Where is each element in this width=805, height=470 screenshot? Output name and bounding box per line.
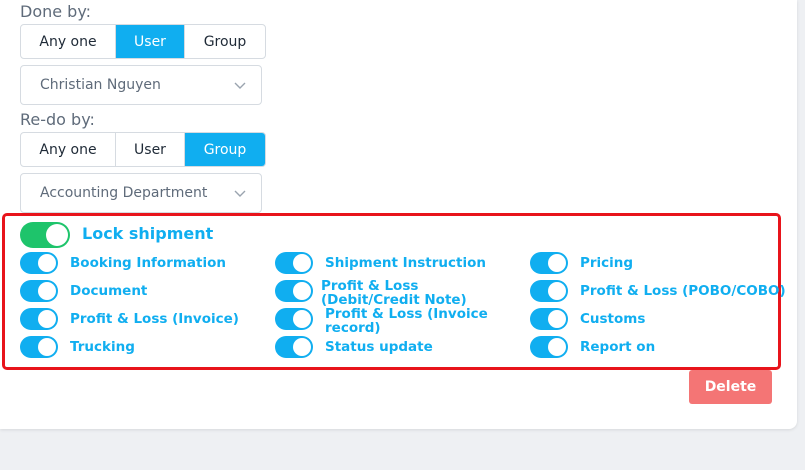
profit-loss-debit-credit-label: Profit & Loss (Debit/Credit Note) — [321, 278, 467, 308]
customs-toggle[interactable] — [530, 308, 568, 330]
status-update-toggle[interactable] — [275, 336, 313, 358]
done-by-any-one-button[interactable]: Any one — [21, 25, 116, 58]
profit-loss-invoice-label: Profit & Loss (Invoice) — [70, 311, 239, 327]
report-on-toggle[interactable] — [530, 336, 568, 358]
toggle-knob — [548, 282, 566, 300]
profit-loss-debit-credit-toggle[interactable] — [275, 280, 313, 302]
done-by-group-button[interactable]: Group — [185, 25, 265, 58]
status-update-label: Status update — [325, 339, 433, 355]
toggle-knob — [38, 310, 56, 328]
toggle-knob — [293, 254, 311, 272]
done-by-segmented-control: Any one User Group — [20, 24, 266, 59]
report-on-label: Report on — [580, 339, 656, 355]
redo-by-label: Re-do by: — [20, 110, 95, 129]
toggle-knob — [38, 338, 56, 356]
done-by-label: Done by: — [20, 2, 92, 21]
chevron-down-icon — [234, 82, 246, 89]
profit-loss-invoice-toggle[interactable] — [20, 308, 58, 330]
done-by-user-select[interactable]: Christian Nguyen — [20, 65, 262, 105]
document-label: Document — [70, 283, 148, 299]
profit-loss-pobo-cobo-label: Profit & Loss (POBO/COBO) — [580, 283, 786, 299]
chevron-down-icon — [234, 190, 246, 197]
redo-by-user-button[interactable]: User — [116, 133, 185, 166]
delete-button[interactable]: Delete — [689, 370, 772, 404]
redo-by-group-button[interactable]: Group — [185, 133, 265, 166]
trucking-label: Trucking — [70, 339, 135, 355]
toggle-knob — [293, 282, 311, 300]
customs-label: Customs — [580, 311, 646, 327]
redo-by-segmented-control: Any one User Group — [20, 132, 266, 167]
lock-shipment-label: Lock shipment — [82, 224, 214, 243]
redo-by-group-select[interactable]: Accounting Department — [20, 173, 262, 213]
toggle-knob — [548, 254, 566, 272]
shipment-instruction-label: Shipment Instruction — [325, 255, 486, 271]
document-toggle[interactable] — [20, 280, 58, 302]
pricing-label: Pricing — [580, 255, 634, 271]
toggle-knob — [293, 310, 311, 328]
pricing-toggle[interactable] — [530, 252, 568, 274]
toggle-knob — [46, 224, 68, 246]
toggle-knob — [548, 338, 566, 356]
lock-shipment-toggle[interactable] — [20, 222, 70, 248]
toggle-knob — [548, 310, 566, 328]
done-by-user-button[interactable]: User — [116, 25, 185, 58]
redo-by-any-one-button[interactable]: Any one — [21, 133, 116, 166]
done-by-user-value: Christian Nguyen — [40, 77, 161, 93]
trucking-toggle[interactable] — [20, 336, 58, 358]
profit-loss-pobo-cobo-toggle[interactable] — [530, 280, 568, 302]
profit-loss-invoice-record-toggle[interactable] — [275, 308, 313, 330]
shipment-instruction-toggle[interactable] — [275, 252, 313, 274]
toggle-knob — [38, 282, 56, 300]
toggle-knob — [293, 338, 311, 356]
settings-card: Done by: Any one User Group Christian Ng… — [0, 0, 797, 429]
toggle-knob — [38, 254, 56, 272]
redo-by-group-value: Accounting Department — [40, 185, 208, 201]
booking-information-toggle[interactable] — [20, 252, 58, 274]
profit-loss-invoice-record-label: Profit & Loss (Invoice record) — [325, 306, 488, 336]
booking-information-label: Booking Information — [70, 255, 227, 271]
